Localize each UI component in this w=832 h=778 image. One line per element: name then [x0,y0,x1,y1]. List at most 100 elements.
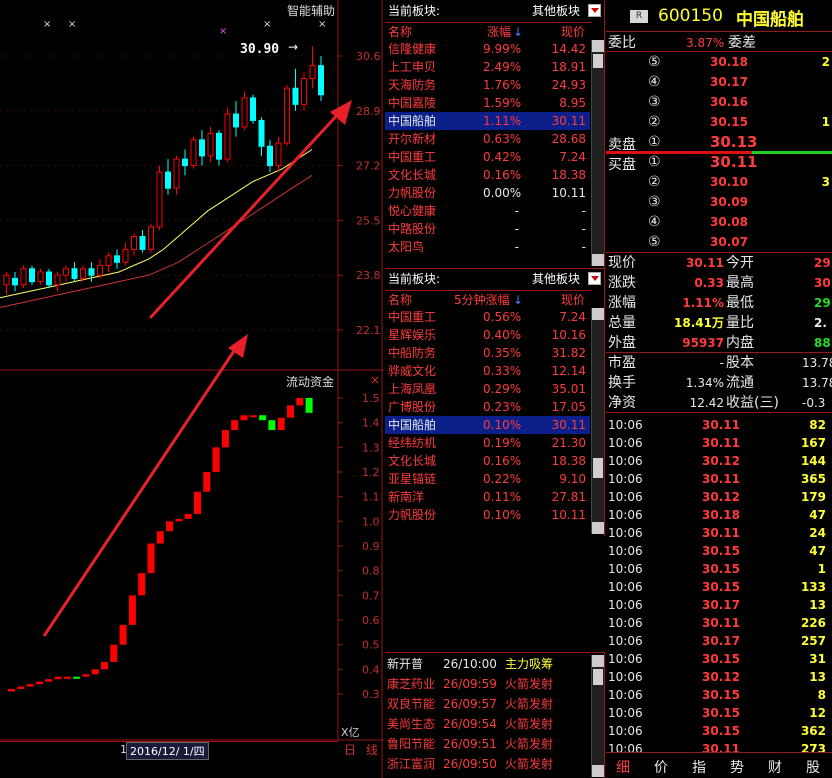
scroll-down-icon[interactable] [592,765,604,777]
alert-row[interactable]: 浙江富润 26/09:50 火箭发射 [385,755,590,773]
flow-close-icon[interactable]: × [370,373,380,387]
sector-row[interactable]: 中国船舶 0.10% 30.11 [385,416,590,434]
sector-row[interactable]: 开尔新材 0.63% 28.68 [385,130,590,148]
trend-arrow-upper [148,100,352,320]
sector-1-scrollbar[interactable] [591,40,604,266]
sector-2-scrollbar[interactable] [591,308,604,534]
stat-label: 净资 [608,395,636,411]
scroll-down-icon[interactable] [592,522,604,534]
sector-row[interactable]: 信隆健康 9.99% 14.42 [385,40,590,58]
alert-scrollbar[interactable] [591,655,604,777]
sector-row[interactable]: 骅威文化 0.33% 12.14 [385,362,590,380]
sector-row[interactable]: 星辉娱乐 0.40% 10.16 [385,326,590,344]
quote-tab[interactable]: 股 [806,757,820,777]
flow-bar [296,398,304,406]
col-price-header[interactable]: 现价 [561,291,585,309]
sector-panel-1-header: 当前板块: 其他板块 [385,2,604,20]
bid-price: 30.07 [710,235,748,249]
quote-tab[interactable]: 价 [654,757,668,777]
sector-row[interactable]: 力帆股份 0.10% 10.11 [385,506,590,524]
col-chg-header[interactable]: 涨幅 [487,23,511,41]
col-name-header[interactable]: 名称 [388,23,412,41]
sector-row-name: 开尔新材 [388,132,437,146]
scroll-thumb[interactable] [593,54,603,68]
weibi-label: 委比 [608,35,636,51]
kline-chart[interactable]: 30.6 28.9 27.2 25.5 23.8 22.1 1.5 1.4 1.3 1.2 1.1 1… [0,0,384,778]
sector-row[interactable]: 广博股份 0.23% 17.05 [385,398,590,416]
sector-row[interactable]: 中船防务 0.35% 31.82 [385,344,590,362]
quote-tab[interactable]: 指 [692,757,706,777]
scroll-up-icon[interactable] [592,40,604,52]
period-button[interactable]: 日 线 [340,741,382,757]
price-axis-label: 23.8 [356,269,381,282]
alert-row[interactable]: 新开普 26/10:00 主力吸筹 [385,655,590,673]
stat-value: 2. [814,316,827,330]
sector-row[interactable]: 上工申贝 2.49% 18.91 [385,58,590,76]
sector-row-name: 中路股份 [388,222,437,236]
scroll-down-icon[interactable] [592,254,604,266]
sector-row[interactable]: 中路股份 - - [385,220,590,238]
flow-bar [212,447,220,472]
quote-tab[interactable]: 财 [768,757,782,777]
col-name-header[interactable]: 名称 [388,291,412,309]
candle-body [250,97,256,121]
flow-bar [287,405,294,418]
candle-body [173,158,180,189]
sector-row[interactable]: 中国船舶 1.11% 30.11 [385,112,590,130]
alert-message: 火箭发射 [505,757,554,771]
stat-label: 最低 [726,295,754,311]
scroll-thumb[interactable] [593,669,603,685]
quote-tab[interactable]: 势 [730,757,744,777]
price-axis-label: 28.9 [356,105,381,118]
tick-row: 10:06 30.11 365 [606,470,832,488]
flow-bar [156,531,164,544]
sector-row-change: 0.42% [483,150,522,164]
other-sector-dropdown-icon[interactable] [588,4,601,17]
quote-tab[interactable]: 细 [616,757,630,777]
sector-row[interactable]: 天海防务 1.76% 24.93 [385,76,590,94]
sector-row[interactable]: 文化长城 0.16% 18.38 [385,452,590,470]
alert-row[interactable]: 康芝药业 26/09:59 火箭发射 [385,675,590,693]
alert-row[interactable]: 鲁阳节能 26/09:51 火箭发射 [385,735,590,753]
chart-marker: × [318,19,327,30]
scroll-up-icon[interactable] [592,655,604,667]
stat-row: 总量 18.41万 量比 2. [606,313,832,333]
sector-row[interactable]: 亚星锚链 0.22% 9.10 [385,470,590,488]
sector-row-name: 经纬纺机 [388,436,437,450]
sector-row[interactable]: 中国重工 0.56% 7.24 [385,308,590,326]
stat-label: 现价 [608,255,636,271]
sector-row[interactable]: 中国嘉陵 1.59% 8.95 [385,94,590,112]
sector-row[interactable]: 悦心健康 - - [385,202,590,220]
sector-title: 当前板块: [388,272,441,286]
tick-volume: 47 [809,508,826,522]
flow-axis-label: 1.5 [362,392,380,405]
stat-label: 市盈 [608,355,636,371]
sector-row[interactable]: 新南洋 0.11% 27.81 [385,488,590,506]
alert-row[interactable]: 双良节能 26/09:57 火箭发射 [385,695,590,713]
other-sector-dropdown-icon[interactable] [588,272,601,285]
sector-row[interactable]: 中国重工 0.42% 7.24 [385,148,590,166]
alert-stock-name: 鲁阳节能 [387,737,436,751]
sector-row[interactable]: 力帆股份 0.00% 10.11 [385,184,590,202]
sector-row-name: 广博股份 [388,400,437,414]
scroll-thumb[interactable] [593,458,603,478]
alert-time: 26/09:51 [443,737,497,751]
tick-volume: 257 [800,634,826,648]
alert-row[interactable]: 美尚生态 26/09:54 火箭发射 [385,715,590,733]
sector-row[interactable]: 太阳鸟 - - [385,238,590,256]
other-sector-label[interactable]: 其他板块 [532,2,580,20]
scroll-up-icon[interactable] [592,308,604,320]
sector-row[interactable]: 经纬纺机 0.19% 21.30 [385,434,590,452]
flow-bar [63,676,71,679]
tick-row: 10:06 30.15 362 [606,722,832,740]
stat-value: 1.34% [685,376,724,390]
other-sector-label[interactable]: 其他板块 [532,270,580,288]
col-price-header[interactable]: 现价 [561,23,585,41]
flow-bar [8,689,15,692]
sector-row[interactable]: 文化长城 0.16% 18.38 [385,166,590,184]
sector-row[interactable]: 上海凤凰 0.29% 35.01 [385,380,590,398]
tick-row: 10:06 30.18 47 [606,506,832,524]
col-chg-header[interactable]: 5分钟涨幅 [454,291,510,309]
tick-price: 30.12 [702,454,740,468]
tick-time: 10:06 [608,472,643,486]
